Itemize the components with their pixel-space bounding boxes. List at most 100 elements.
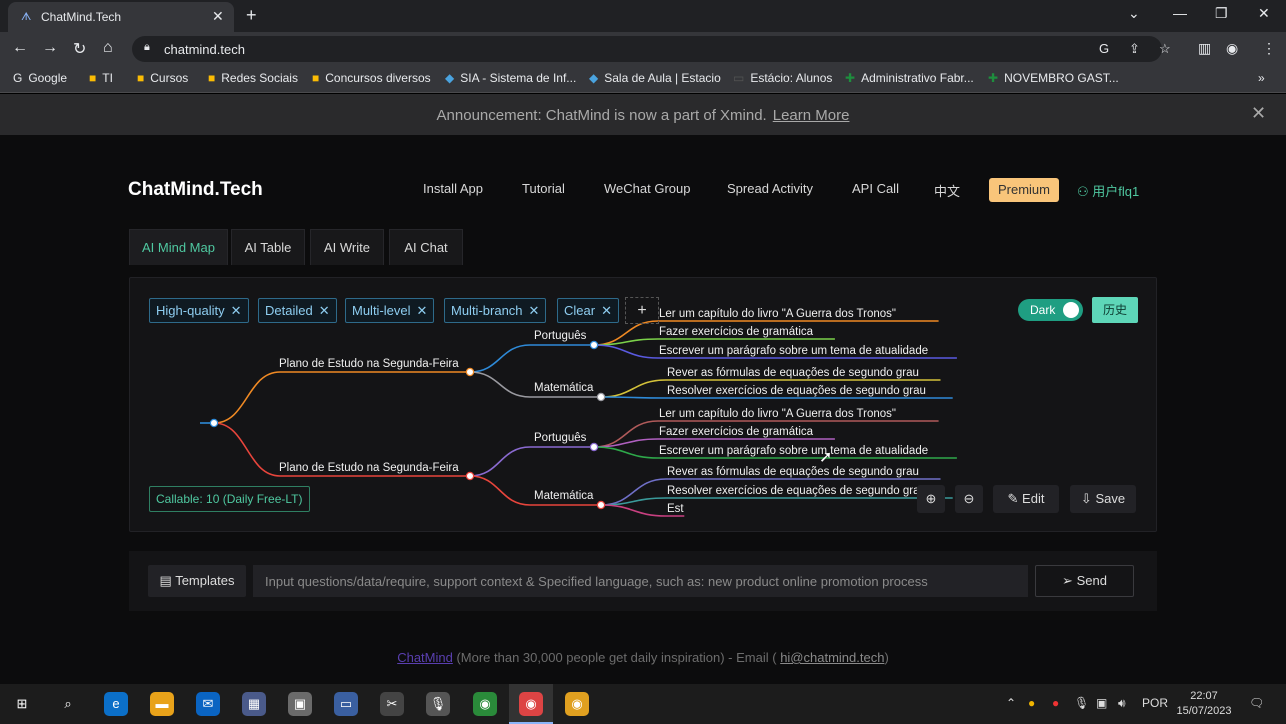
lock-icon[interactable]: 🔒︎ [144, 41, 150, 54]
learn-more-link[interactable]: Learn More [773, 107, 850, 124]
prompt-input[interactable] [253, 565, 1028, 597]
close-announcement-icon[interactable]: ✕ [1251, 103, 1266, 124]
nav-spread-activity[interactable]: Spread Activity [727, 181, 813, 196]
app-icon[interactable]: ▣ [288, 692, 312, 716]
windows-start-icon[interactable]: ⊞ [10, 692, 34, 716]
zoom-out-button[interactable]: ⊖ [955, 485, 983, 513]
chip-detailed[interactable]: Detailed ✕ [258, 298, 337, 323]
language-indicator[interactable]: POR [1142, 696, 1168, 710]
chip-clear[interactable]: Clear ✕ [557, 298, 619, 323]
bookmark-google[interactable]: G Google [13, 71, 67, 85]
profile-avatar[interactable]: ◉ [1226, 40, 1238, 57]
share-icon[interactable]: ⇪ [1129, 41, 1140, 57]
home-icon[interactable]: ⌂ [103, 39, 113, 57]
close-tab-icon[interactable]: ✕ [212, 8, 224, 25]
bookmark-estacio-alunos[interactable]: ▭ Estácio: Alunos [733, 71, 832, 85]
bookmark-redes-sociais[interactable]: ■ Redes Sociais [208, 71, 298, 85]
remove-chip-icon[interactable]: ✕ [319, 303, 330, 318]
chrome-canary-icon[interactable]: ◉ [565, 692, 589, 716]
chrome-icon[interactable]: ◉ [519, 692, 543, 716]
remote-desktop-icon[interactable]: ▭ [334, 692, 358, 716]
bookmark-sala-de-aula[interactable]: ◆ Sala de Aula | Estacio [589, 71, 721, 85]
bookmarks-bar: G Google ■ TI ■ Cursos ■ Redes Sociais ■ Conc… [0, 66, 1286, 93]
nav-chinese[interactable]: 中文 [934, 181, 960, 200]
volume-icon[interactable]: 🔊︎ [1118, 696, 1126, 711]
remove-chip-icon[interactable]: ✕ [231, 303, 242, 318]
minimize-icon[interactable]: — [1173, 5, 1187, 21]
premium-button[interactable]: Premium [989, 178, 1059, 202]
templates-button[interactable]: ▤ Templates [148, 565, 246, 597]
history-button[interactable]: 历史 [1092, 297, 1138, 323]
tab-ai-table[interactable]: AI Table [231, 229, 305, 265]
microphone-app-icon[interactable]: 🎙︎ [426, 692, 450, 716]
logo[interactable]: ChatMind.Tech [128, 179, 263, 201]
footer-chatmind-link[interactable]: ChatMind [397, 650, 453, 665]
chip-multi-level[interactable]: Multi-level ✕ [345, 298, 435, 323]
footer-email-link[interactable]: hi@chatmind.tech [780, 650, 884, 665]
nav-tutorial[interactable]: Tutorial [522, 181, 565, 196]
restore-icon[interactable]: ❐ [1215, 5, 1228, 22]
dark-mode-label: Dark [1030, 303, 1056, 317]
more-bookmarks-icon[interactable]: » [1258, 71, 1265, 85]
google-icon[interactable]: G [1099, 41, 1109, 56]
mail-icon[interactable]: ✉ [196, 692, 220, 716]
bookmark-star-icon[interactable]: ☆ [1159, 41, 1171, 57]
bookmark-ti[interactable]: ■ TI [89, 71, 113, 85]
reload-icon[interactable]: ↻ [73, 39, 86, 59]
remove-chip-icon[interactable]: ✕ [417, 303, 428, 318]
bookmark-administrativo[interactable]: ✚ Administrativo Fabr... [845, 71, 974, 85]
back-icon[interactable]: ← [12, 39, 28, 57]
folder-icon: ■ [208, 71, 216, 85]
user-menu[interactable]: ⚇ 用户flq1 [1077, 181, 1139, 200]
tab-ai-mind-map[interactable]: AI Mind Map [129, 229, 228, 265]
edit-button[interactable]: ✎ Edit [993, 485, 1059, 513]
forward-icon[interactable]: → [42, 39, 58, 57]
bookmark-sia[interactable]: ◆ SIA - Sistema de Inf... [445, 71, 576, 85]
send-button[interactable]: ➢ Send [1035, 565, 1134, 597]
nav-wechat-group[interactable]: WeChat Group [604, 181, 690, 196]
bookmark-cursos[interactable]: ■ Cursos [137, 71, 188, 85]
edge-icon[interactable]: e [104, 692, 128, 716]
bookmark-concursos[interactable]: ■ Concursos diversos [312, 71, 431, 85]
side-panel-icon[interactable]: ▥ [1198, 40, 1211, 57]
clock[interactable]: 22:07 15/07/2023 [1172, 689, 1236, 719]
calculator-icon[interactable]: ▦ [242, 692, 266, 716]
address-bar[interactable]: 🔒︎ chatmind.tech G ⇪ ☆ [132, 36, 1171, 62]
diamond-icon: ◆ [445, 71, 455, 85]
leaf-node-label: Rever as fórmulas de equações de segundo… [667, 367, 919, 379]
sub-connector [469, 344, 531, 373]
nav-install-app[interactable]: Install App [423, 181, 483, 196]
folder-icon: ■ [137, 71, 145, 85]
chip-high-quality[interactable]: High-quality ✕ [149, 298, 249, 323]
tray-app-icon[interactable]: ● [1028, 696, 1035, 710]
file-explorer-icon[interactable]: ▬ [150, 692, 174, 716]
url-text[interactable]: chatmind.tech [164, 42, 245, 57]
add-chip-button[interactable]: + [625, 297, 659, 324]
tray-chevron-icon[interactable]: ⌃ [1006, 696, 1016, 710]
footer-text: (More than 30,000 people get daily inspi… [452, 650, 781, 665]
chrome-icon[interactable]: ◉ [473, 692, 497, 716]
bookmark-novembro[interactable]: ✚ NOVEMBRO GAST... [988, 71, 1119, 85]
new-tab-icon[interactable]: + [246, 5, 257, 26]
snipping-tool-icon[interactable]: ✂ [380, 692, 404, 716]
remove-chip-icon[interactable]: ✕ [601, 303, 612, 318]
network-icon[interactable]: ▣ [1096, 696, 1107, 710]
nav-api-call[interactable]: API Call [852, 181, 899, 196]
menu-kebab-icon[interactable]: ⋮ [1262, 40, 1276, 57]
tab-ai-write[interactable]: AI Write [310, 229, 384, 265]
dark-mode-toggle[interactable]: Dark [1018, 299, 1083, 321]
notifications-icon[interactable]: 🗨︎ [1249, 696, 1264, 710]
tab-ai-chat[interactable]: AI Chat [389, 229, 463, 265]
sub-node-label: Português [534, 330, 587, 342]
microphone-icon[interactable]: 🎙︎ [1074, 696, 1089, 710]
search-icon[interactable]: ⌕ [56, 692, 80, 716]
zoom-in-button[interactable]: ⊕ [917, 485, 945, 513]
remove-chip-icon[interactable]: ✕ [529, 303, 540, 318]
chip-multi-branch[interactable]: Multi-branch ✕ [444, 298, 547, 323]
browser-tab[interactable]: ᗑ ChatMind.Tech ✕ [8, 2, 234, 32]
close-window-icon[interactable]: ✕ [1258, 5, 1270, 22]
tab-search-icon[interactable]: ⌄ [1128, 5, 1140, 22]
tray-record-icon[interactable]: ● [1052, 696, 1059, 710]
leaf-node-label: Fazer exercícios de gramática [659, 326, 814, 338]
save-button[interactable]: ⇩ Save [1070, 485, 1136, 513]
